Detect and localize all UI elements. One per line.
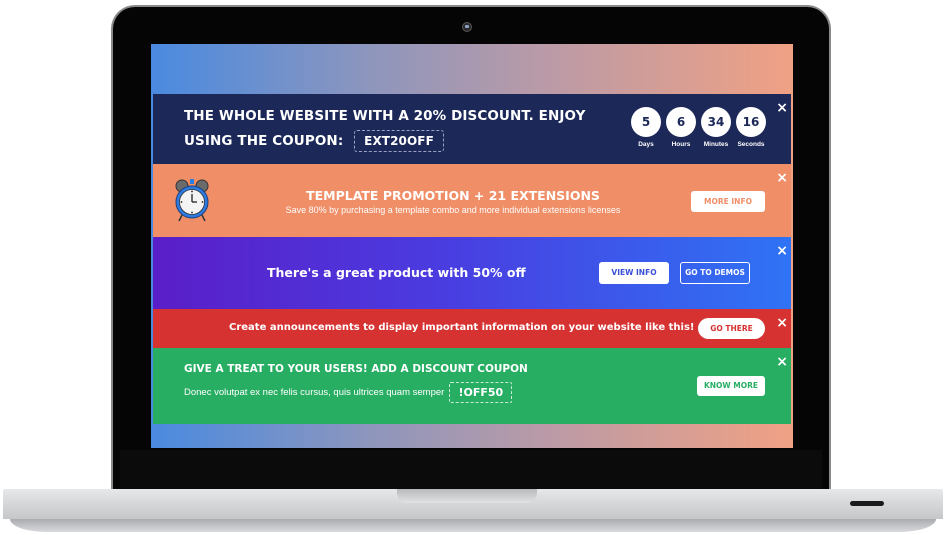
coupon-subtitle: Donec volutpat ex nec felis cursus, quis…	[184, 387, 445, 398]
countdown-banner: THE WHOLE WEBSITE WITH A 20% DISCOUNT. E…	[153, 94, 791, 164]
timer-minutes-value: 34	[701, 107, 731, 137]
more-info-button[interactable]: MORE INFO	[691, 191, 765, 212]
product-banner: There's a great product with 50% off VIE…	[153, 237, 791, 309]
webcam-icon	[462, 22, 472, 32]
product-title: There's a great product with 50% off	[267, 265, 526, 280]
timer-seconds: 16 Seconds	[735, 107, 767, 148]
coupon-banner: GIVE A TREAT TO YOUR USERS! ADD A DISCOU…	[153, 348, 791, 424]
laptop-screen: THE WHOLE WEBSITE WITH A 20% DISCOUNT. E…	[151, 44, 793, 448]
announcement-banner: Create announcements to display importan…	[153, 309, 791, 348]
go-to-demos-button[interactable]: GO TO DEMOS	[680, 262, 750, 284]
timer-hours: 6 Hours	[665, 107, 697, 148]
timer-minutes-label: Minutes	[703, 141, 729, 148]
promotion-title: TEMPLATE PROMOTION + 21 EXTENSIONS	[306, 188, 600, 203]
timer-minutes: 34 Minutes	[700, 107, 732, 148]
laptop-base-lip	[10, 519, 936, 532]
timer-seconds-label: Seconds	[737, 141, 765, 148]
laptop-indicator-light	[850, 501, 884, 506]
timer-hours-label: Hours	[671, 141, 691, 148]
close-icon[interactable]: ×	[776, 243, 788, 259]
timer-days-label: Days	[638, 141, 654, 148]
close-icon[interactable]: ×	[776, 315, 788, 331]
promotion-banner: TEMPLATE PROMOTION + 21 EXTENSIONS Save …	[153, 164, 791, 237]
timer-days-value: 5	[631, 107, 661, 137]
know-more-button[interactable]: KNOW MORE	[697, 376, 765, 396]
announcement-title: Create announcements to display importan…	[229, 322, 695, 333]
close-icon[interactable]: ×	[776, 100, 788, 116]
coupon-subtitle-row: Donec volutpat ex nec felis cursus, quis…	[184, 382, 513, 403]
coupon-code-badge[interactable]: !OFF50	[449, 382, 513, 403]
timer-seconds-value: 16	[736, 107, 766, 137]
coupon-code-badge[interactable]: EXT20OFF	[354, 130, 444, 152]
laptop-opening-notch	[397, 489, 537, 503]
view-info-button[interactable]: VIEW INFO	[599, 262, 669, 284]
countdown-headline: THE WHOLE WEBSITE WITH A 20% DISCOUNT. E…	[184, 104, 624, 154]
countdown-timer: 5 Days 6 Hours 34 Minutes 16 Seconds	[630, 107, 767, 148]
go-there-button[interactable]: GO THERE	[698, 318, 765, 339]
laptop-bezel-bottom	[120, 450, 822, 490]
close-icon[interactable]: ×	[776, 354, 788, 370]
close-icon[interactable]: ×	[776, 170, 788, 186]
coupon-title: GIVE A TREAT TO YOUR USERS! ADD A DISCOU…	[184, 363, 528, 375]
timer-days: 5 Days	[630, 107, 662, 148]
timer-hours-value: 6	[666, 107, 696, 137]
promotion-subtitle: Save 80% by purchasing a template combo …	[285, 205, 621, 215]
